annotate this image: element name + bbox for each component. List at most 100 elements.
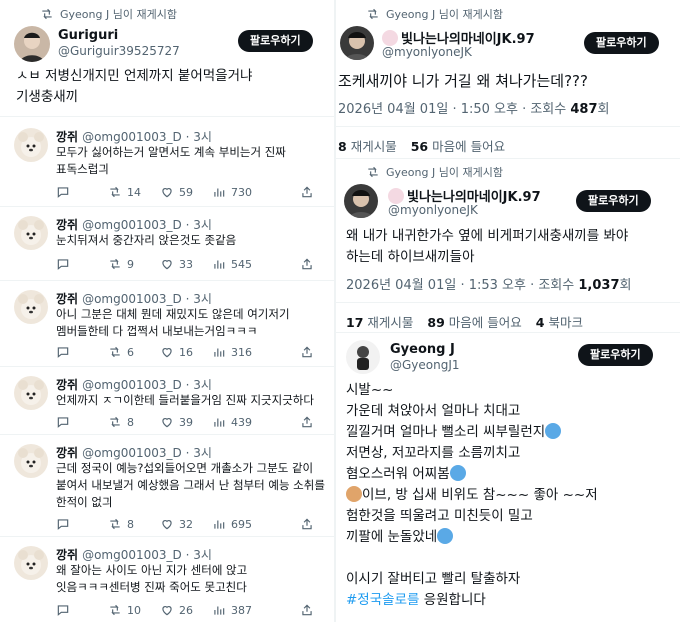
- hashtag-link[interactable]: #정국솔로를: [346, 592, 419, 608]
- author-handle[interactable]: @myonlyoneJK: [388, 203, 478, 217]
- like-icon: [162, 606, 172, 616]
- like-button[interactable]: 16: [160, 345, 212, 359]
- reply-button[interactable]: [56, 185, 108, 199]
- avatar[interactable]: [14, 546, 48, 580]
- avatar[interactable]: [344, 184, 378, 218]
- author-handle[interactable]: @Guriguir39525727: [58, 44, 180, 58]
- tweet-stats: 8 재게시물 56 마음에 들어요: [338, 136, 505, 155]
- retweet-button[interactable]: 9: [108, 257, 160, 271]
- divider: [0, 116, 334, 117]
- likes-stat[interactable]: 89 마음에 들어요: [427, 312, 521, 331]
- share-button[interactable]: [300, 517, 314, 531]
- action-bar: 14 59 730: [56, 184, 314, 200]
- reply-button[interactable]: [56, 257, 108, 271]
- avatar[interactable]: [346, 340, 380, 374]
- reply-button[interactable]: [56, 517, 108, 531]
- share-icon: [302, 416, 312, 428]
- avatar[interactable]: [14, 290, 48, 324]
- views-button[interactable]: 439: [212, 415, 264, 429]
- divider: [336, 302, 680, 303]
- share-icon: [302, 604, 312, 616]
- author-name[interactable]: Guriguri: [58, 28, 118, 43]
- follow-button[interactable]: 팔로우하기: [584, 32, 659, 54]
- retweet-icon: [110, 416, 120, 428]
- scream-emoji: [449, 465, 466, 481]
- reply-icon: [57, 519, 69, 530]
- reply-header: 깡쥐 @omg001003_D · 3시: [56, 130, 212, 144]
- retweet-button[interactable]: 8: [108, 517, 160, 531]
- share-icon: [302, 518, 312, 530]
- reply-button[interactable]: [56, 345, 108, 359]
- like-button[interactable]: 32: [160, 517, 212, 531]
- retweet-button[interactable]: 6: [108, 345, 160, 359]
- retweet-icon: [110, 518, 120, 530]
- reply-item[interactable]: 깡쥐 @omg001003_D · 3시 언제까지 ㅈㄱ이한테 들러붙을거임 진짜…: [0, 372, 334, 432]
- views-icon: [214, 188, 225, 197]
- views-icon: [214, 260, 225, 269]
- views-button[interactable]: 316: [212, 345, 264, 359]
- views-button[interactable]: 545: [212, 257, 264, 271]
- like-icon: [162, 348, 172, 358]
- tweet-stats: 17 재게시물 89 마음에 들어요 4 북마크: [346, 312, 583, 331]
- author-handle[interactable]: @GyeongJ1: [390, 358, 460, 372]
- like-button[interactable]: 26: [160, 603, 212, 617]
- avatar[interactable]: [14, 128, 48, 162]
- share-button[interactable]: [300, 415, 314, 429]
- follow-button[interactable]: 팔로우하기: [576, 190, 651, 212]
- avatar[interactable]: [14, 26, 50, 62]
- views-button[interactable]: 387: [212, 603, 264, 617]
- share-button[interactable]: [300, 603, 314, 617]
- share-button[interactable]: [300, 345, 314, 359]
- reply-text: 언제까지 ㅈㄱ이한테 들러붙을거임 진짜 지긋지긋하다: [56, 393, 314, 407]
- tweet-text: 왜 내가 내귀한가수 옆에 비게퍼기새충새끼를 봐야 하는데 하이브새끼들아: [346, 228, 629, 265]
- action-bar: 9 33 545: [56, 256, 314, 272]
- retweet-button[interactable]: 10: [108, 603, 160, 617]
- follow-button[interactable]: 팔로우하기: [238, 30, 313, 52]
- reply-header: 깡쥐 @omg001003_D · 3시: [56, 446, 212, 460]
- author-name[interactable]: Gyeong J: [390, 342, 455, 357]
- reply-item[interactable]: 깡쥐 @omg001003_D · 3시 아니 그분은 대체 뭔데 재밌지도 않은…: [0, 286, 334, 364]
- like-button[interactable]: 33: [160, 257, 212, 271]
- author-handle[interactable]: @myonlyoneJK: [382, 45, 472, 59]
- reply-text: 근데 정국이 예능?섭외들어오면 개촐소가 그분도 같이 붙여서 내보낼거 예상했…: [56, 461, 325, 509]
- share-button[interactable]: [300, 185, 314, 199]
- retweet-button[interactable]: 14: [108, 185, 160, 199]
- divider: [0, 366, 334, 367]
- scream-emoji: [437, 528, 454, 544]
- reply-icon: [57, 417, 69, 428]
- like-icon: [162, 188, 172, 198]
- scream-emoji: [545, 423, 562, 439]
- like-button[interactable]: 59: [160, 185, 212, 199]
- bunny-emoji: [388, 187, 404, 204]
- views-button[interactable]: 695: [212, 517, 264, 531]
- reply-text: 아니 그분은 대체 뭔데 재밌지도 않은데 여기저기 멤버들한테 다 껍쩍서 내보…: [56, 307, 290, 338]
- follow-button[interactable]: 팔로우하기: [578, 344, 653, 366]
- reply-icon: [57, 347, 69, 358]
- avatar[interactable]: [14, 444, 48, 478]
- reply-text: 모두가 싫어하는거 알면서도 계속 부비는거 진짜 표독스럽긔: [56, 145, 286, 176]
- views-button[interactable]: 730: [212, 185, 264, 199]
- reply-text: 눈치뒤져서 중간자리 앉은것도 좃같음: [56, 233, 237, 247]
- reply-item[interactable]: 깡쥐 @omg001003_D · 3시 근데 정국이 예능?섭외들어오면 개촐소…: [0, 440, 334, 534]
- reposts-stat[interactable]: 17 재게시물: [346, 312, 413, 331]
- avatar[interactable]: [14, 216, 48, 250]
- retweet-icon: [110, 346, 120, 358]
- reply-button[interactable]: [56, 603, 108, 617]
- reply-item[interactable]: 깡쥐 @omg001003_D · 3시 왜 잘아는 사이도 아닌 지가 센터에 …: [0, 542, 334, 622]
- reply-item[interactable]: 깡쥐 @omg001003_D · 3시 모두가 싫어하는거 알면서도 계속 부비…: [0, 124, 334, 202]
- reply-icon: [57, 605, 69, 616]
- action-bar: 6 16 316: [56, 344, 314, 360]
- avatar[interactable]: [340, 26, 374, 60]
- retweet-button[interactable]: 8: [108, 415, 160, 429]
- reposts-stat[interactable]: 8 재게시물: [338, 136, 397, 155]
- retweet-icon: [110, 258, 120, 270]
- reply-header: 깡쥐 @omg001003_D · 3시: [56, 378, 212, 392]
- avatar[interactable]: [14, 376, 48, 410]
- divider: [336, 126, 680, 127]
- like-button[interactable]: 39: [160, 415, 212, 429]
- likes-stat[interactable]: 56 마음에 들어요: [411, 136, 505, 155]
- reply-item[interactable]: 깡쥐 @omg001003_D · 3시 눈치뒤져서 중간자리 앉은것도 좃같음 …: [0, 212, 334, 278]
- share-button[interactable]: [300, 257, 314, 271]
- bookmarks-stat[interactable]: 4 북마크: [536, 312, 583, 331]
- reply-button[interactable]: [56, 415, 108, 429]
